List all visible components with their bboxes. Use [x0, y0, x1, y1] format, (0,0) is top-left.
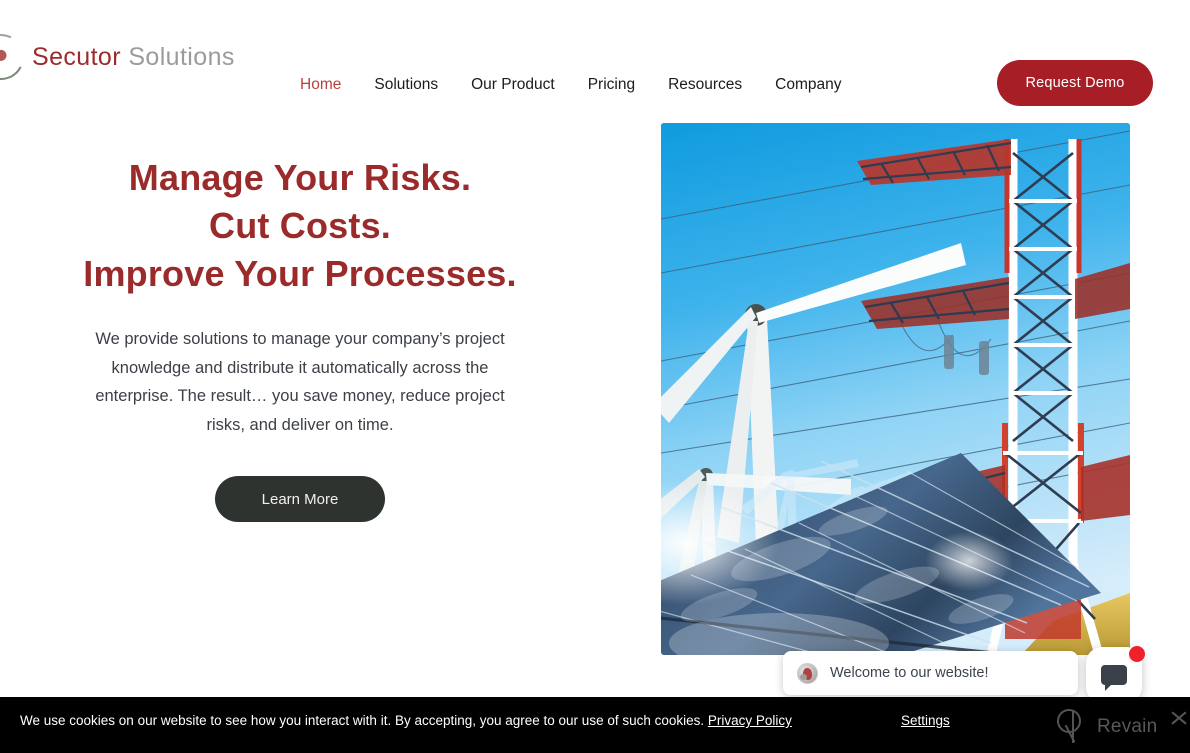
swoosh-circle-logo-icon: [0, 28, 30, 86]
logo-word-secondary: Solutions: [128, 42, 235, 71]
request-demo-button[interactable]: Request Demo: [997, 60, 1153, 106]
page-title: Manage Your Risks. Cut Costs. Improve Yo…: [0, 160, 600, 292]
site-header: Secutor Solutions Home Solutions Our Pro…: [0, 0, 1190, 118]
page-root: Secutor Solutions Home Solutions Our Pro…: [0, 0, 1190, 753]
headline-line-2: Cut Costs.: [209, 205, 391, 246]
site-logo[interactable]: Secutor Solutions: [0, 28, 235, 86]
hero-image: [661, 123, 1130, 655]
learn-more-button[interactable]: Learn More: [215, 476, 385, 522]
main-navigation: Home Solutions Our Product Pricing Resou…: [300, 76, 875, 94]
privacy-policy-link[interactable]: Privacy Policy: [708, 713, 792, 728]
hero-illustration-icon: [661, 123, 1130, 655]
hero-paragraph: We provide solutions to manage your comp…: [95, 330, 505, 434]
chat-unread-badge: [1129, 646, 1145, 662]
cookie-message-text: We use cookies on our website to see how…: [20, 713, 705, 728]
hero-text-column: Manage Your Risks. Cut Costs. Improve Yo…: [0, 160, 600, 522]
chat-greeting-bubble[interactable]: Welcome to our website!: [783, 651, 1078, 695]
cookie-settings-link[interactable]: Settings: [901, 713, 950, 728]
headline-line-1: Manage Your Risks.: [128, 157, 472, 198]
nav-item-home[interactable]: Home: [300, 76, 374, 94]
logo-word-primary: Secutor: [32, 42, 121, 71]
agent-avatar-icon: [797, 662, 818, 684]
chat-bubble-icon: [1101, 665, 1127, 691]
nav-item-resources[interactable]: Resources: [668, 76, 775, 94]
nav-item-company[interactable]: Company: [775, 76, 874, 94]
nav-item-solutions[interactable]: Solutions: [374, 76, 471, 94]
logo-wordmark: Secutor Solutions: [32, 43, 235, 72]
chat-greeting-text: Welcome to our website!: [830, 665, 989, 681]
cookie-message: We use cookies on our website to see how…: [20, 712, 792, 730]
nav-item-pricing[interactable]: Pricing: [588, 76, 668, 94]
headline-line-3: Improve Your Processes.: [83, 253, 517, 294]
nav-item-our-product[interactable]: Our Product: [471, 76, 588, 94]
cookie-consent-banner: We use cookies on our website to see how…: [0, 697, 1190, 753]
